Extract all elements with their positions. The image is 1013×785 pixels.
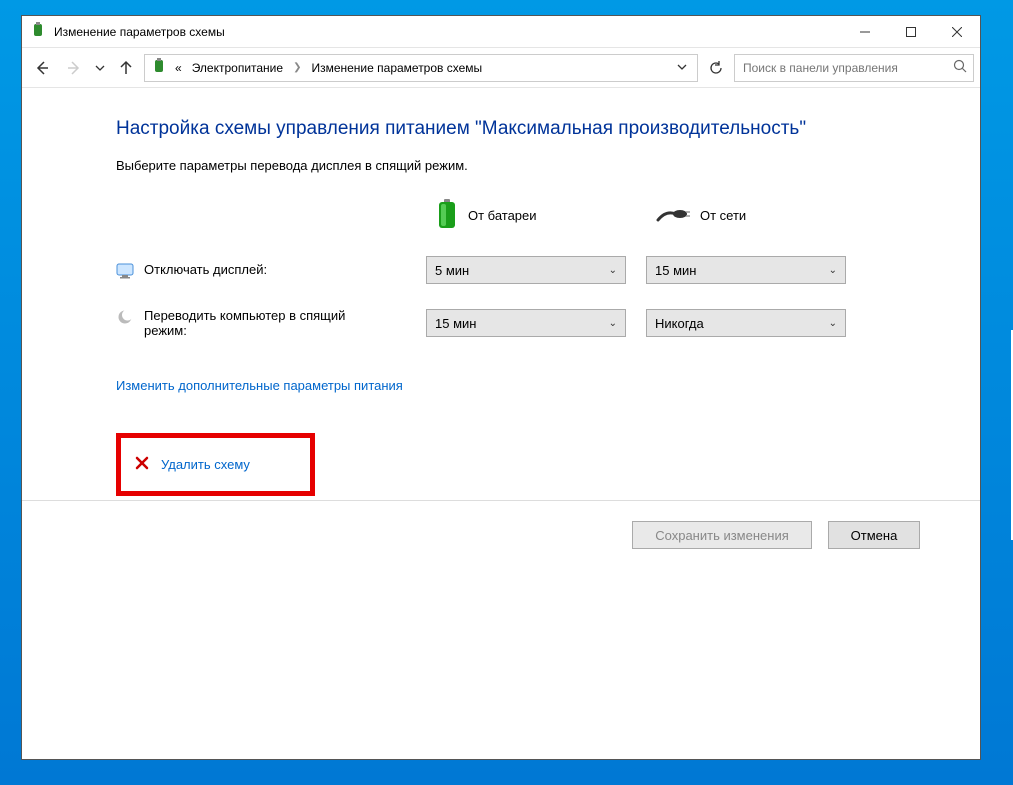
forward-button[interactable]	[60, 54, 88, 82]
column-plugged-label: От сети	[700, 208, 746, 223]
save-button[interactable]: Сохранить изменения	[632, 521, 812, 549]
column-header-battery: От батареи	[426, 199, 626, 232]
page-title: Настройка схемы управления питанием "Мак…	[116, 118, 886, 140]
window-title: Изменение параметров схемы	[54, 25, 842, 39]
column-header-plugged: От сети	[646, 204, 846, 227]
combo-display-plugged[interactable]: 15 мин ⌄	[646, 256, 846, 284]
chevron-down-icon: ⌄	[609, 265, 617, 276]
breadcrumb-seg-2[interactable]: Изменение параметров схемы	[309, 61, 484, 75]
up-button[interactable]	[112, 54, 140, 82]
power-options-icon	[151, 58, 167, 77]
row-sleep: Переводить компьютер в спящий режим:	[116, 308, 406, 338]
combo-display-battery[interactable]: 5 мин ⌄	[426, 256, 626, 284]
link-advanced-settings[interactable]: Изменить дополнительные параметры питани…	[116, 378, 403, 393]
minimize-button[interactable]	[842, 16, 888, 47]
moon-icon	[116, 308, 134, 325]
plug-icon	[656, 204, 690, 227]
combo-display-battery-value: 5 мин	[435, 263, 469, 278]
footer-divider	[22, 500, 980, 501]
link-delete-plan-label: Удалить схему	[161, 457, 250, 472]
search-icon	[953, 59, 967, 76]
control-panel-window: Изменение параметров схемы	[21, 15, 981, 760]
chevron-down-icon: ⌄	[829, 265, 837, 276]
combo-sleep-plugged-value: Никогда	[655, 316, 704, 331]
link-delete-plan[interactable]: Удалить схему	[116, 433, 315, 496]
maximize-button[interactable]	[888, 16, 934, 47]
power-options-icon	[30, 22, 46, 41]
refresh-button[interactable]	[702, 54, 730, 82]
row-sleep-label: Переводить компьютер в спящий режим:	[144, 308, 384, 338]
combo-sleep-plugged[interactable]: Никогда ⌄	[646, 309, 846, 337]
search-input[interactable]	[741, 60, 953, 76]
column-battery-label: От батареи	[468, 208, 537, 223]
breadcrumb-dropdown[interactable]	[671, 61, 693, 75]
chevron-down-icon: ⌄	[829, 318, 837, 329]
titlebar: Изменение параметров схемы	[22, 16, 980, 48]
toolbar: « Электропитание ❯ Изменение параметров …	[22, 48, 980, 88]
breadcrumb-seg-1[interactable]: Электропитание	[190, 61, 285, 75]
close-button[interactable]	[934, 16, 980, 47]
row-display-off: Отключать дисплей:	[116, 262, 406, 279]
chevron-right-icon: ❯	[291, 62, 303, 73]
row-display-off-label: Отключать дисплей:	[144, 262, 267, 277]
delete-x-icon	[135, 456, 149, 473]
back-button[interactable]	[28, 54, 56, 82]
breadcrumb[interactable]: « Электропитание ❯ Изменение параметров …	[144, 54, 698, 82]
recent-locations-button[interactable]	[92, 54, 108, 82]
page-subtitle: Выберите параметры перевода дисплея в сп…	[116, 158, 886, 173]
combo-sleep-battery[interactable]: 15 мин ⌄	[426, 309, 626, 337]
battery-icon	[436, 199, 458, 232]
content-area: Настройка схемы управления питанием "Мак…	[22, 88, 980, 759]
combo-display-plugged-value: 15 мин	[655, 263, 696, 278]
footer-buttons: Сохранить изменения Отмена	[632, 521, 920, 549]
cancel-button[interactable]: Отмена	[828, 521, 920, 549]
settings-grid: От батареи От сети	[116, 199, 886, 338]
chevron-down-icon: ⌄	[609, 318, 617, 329]
combo-sleep-battery-value: 15 мин	[435, 316, 476, 331]
breadcrumb-prefix: «	[173, 61, 184, 75]
monitor-icon	[116, 262, 134, 279]
search-box[interactable]	[734, 54, 974, 82]
